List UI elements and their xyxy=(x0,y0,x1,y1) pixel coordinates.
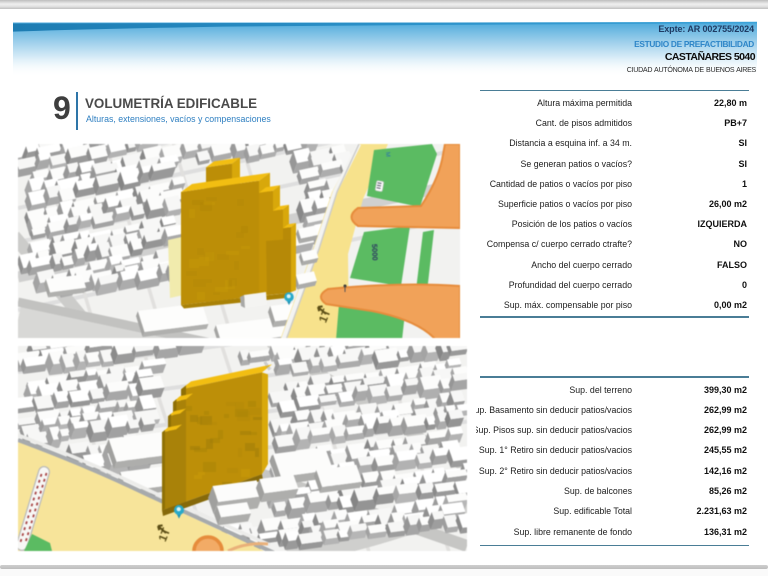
svg-text:M: M xyxy=(384,152,390,157)
svg-text:5000: 5000 xyxy=(370,244,380,261)
